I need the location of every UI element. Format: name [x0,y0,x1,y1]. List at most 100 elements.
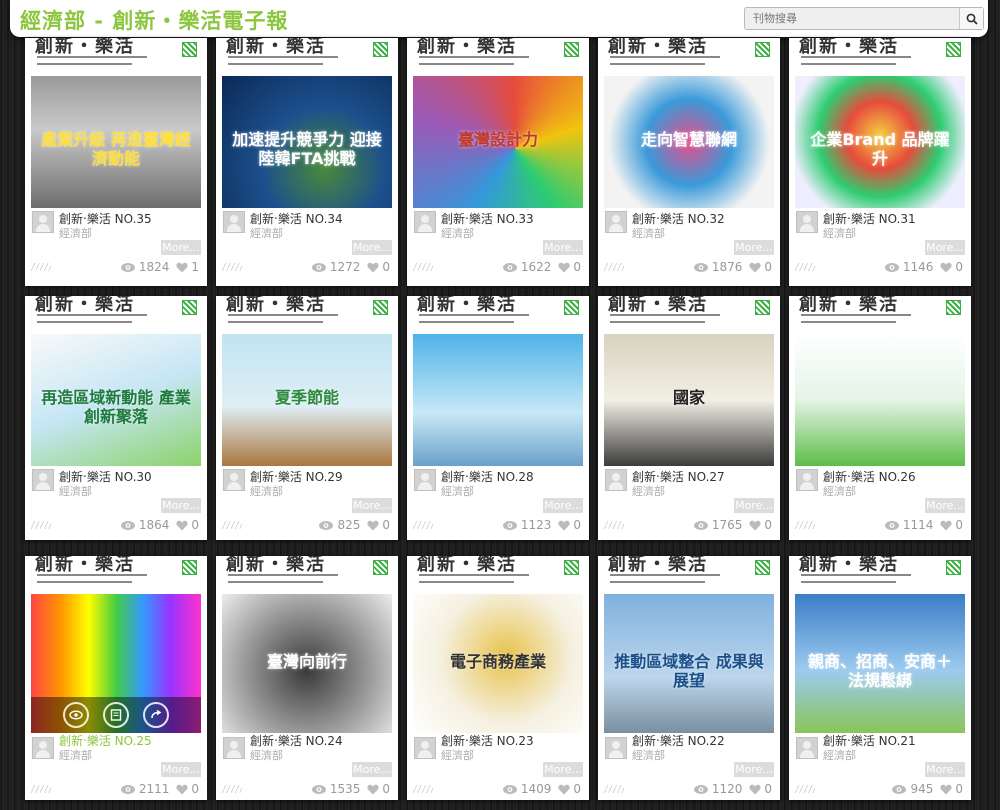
cover-image[interactable]: 創新・樂活 電子商務產業 [413,556,583,733]
more-button[interactable]: More... [161,762,201,777]
more-button[interactable]: More... [543,762,583,777]
cover-image[interactable]: 創新・樂活 臺灣設計力 [413,38,583,208]
publisher-name[interactable]: 經濟部 [441,483,474,499]
cover-image[interactable]: 創新・樂活 臺灣向前行 [222,556,392,733]
publisher-avatar[interactable] [32,737,54,759]
heart-icon[interactable] [749,520,761,531]
cover-image[interactable]: 創新・樂活 夏季節能 [222,296,392,466]
more-button[interactable]: More... [161,240,201,255]
read-button[interactable] [103,702,129,728]
publisher-avatar[interactable] [414,469,436,491]
heart-icon[interactable] [940,520,952,531]
more-button[interactable]: More... [352,240,392,255]
publication-card[interactable]: 創新・樂活 國家 創新‧樂活 NO.27 經濟部 More... 1765 0 [598,296,780,540]
publisher-name[interactable]: 經濟部 [632,483,665,499]
publisher-avatar[interactable] [796,469,818,491]
more-button[interactable]: More... [925,762,965,777]
publisher-avatar[interactable] [796,737,818,759]
cover-image[interactable]: 創新・樂活 國家 [604,296,774,466]
card-stats: 1146 0 [884,260,963,274]
publisher-avatar[interactable] [414,737,436,759]
publication-card[interactable]: 創新・樂活 電子商務產業 創新‧樂活 NO.23 經濟部 More... 140… [407,556,589,800]
more-button[interactable]: More... [543,240,583,255]
more-button[interactable]: More... [161,498,201,513]
publisher-name[interactable]: 經濟部 [632,225,665,241]
publisher-name[interactable]: 經濟部 [250,225,283,241]
cover-image[interactable]: 創新・樂活 產業升級 再造臺灣經濟動能 [31,38,201,208]
heart-icon[interactable] [749,784,761,795]
publisher-name[interactable]: 經濟部 [59,747,92,763]
more-button[interactable]: More... [734,240,774,255]
publisher-name[interactable]: 經濟部 [823,747,856,763]
publisher-avatar[interactable] [796,211,818,233]
publisher-avatar[interactable] [32,211,54,233]
heart-icon[interactable] [367,262,379,273]
more-button[interactable]: More... [352,498,392,513]
more-button[interactable]: More... [925,498,965,513]
card-footer: 創新‧樂活 NO.26 經濟部 More... 1114 0 [789,466,971,540]
more-button[interactable]: More... [734,498,774,513]
publisher-name[interactable]: 經濟部 [823,483,856,499]
more-button[interactable]: More... [352,762,392,777]
publisher-name[interactable]: 經濟部 [632,747,665,763]
heart-icon[interactable] [558,520,570,531]
publication-card[interactable]: 創新・樂活 夏季節能 創新‧樂活 NO.29 經濟部 More... 825 0 [216,296,398,540]
publication-card[interactable]: 創新・樂活 創新‧樂活 NO.28 經濟部 More... 1123 0 [407,296,589,540]
publication-card[interactable]: 創新・樂活 創新‧樂活 NO.25 經濟部 More... 2111 0 [25,556,207,800]
publisher-avatar[interactable] [223,737,245,759]
publication-card[interactable]: 創新・樂活 臺灣設計力 創新‧樂活 NO.33 經濟部 More... 1622… [407,38,589,286]
heart-icon[interactable] [176,784,188,795]
publication-card[interactable]: 創新・樂活 推動區域整合 成果與展望 創新‧樂活 NO.22 經濟部 More.… [598,556,780,800]
cover-image[interactable]: 創新・樂活 加速提升競爭力 迎接陸韓FTA挑戰 [222,38,392,208]
publisher-name[interactable]: 經濟部 [59,225,92,241]
publication-card[interactable]: 創新・樂活 親商、招商、安商＋法規鬆綁 創新‧樂活 NO.21 經濟部 More… [789,556,971,800]
publisher-name[interactable]: 經濟部 [441,747,474,763]
publisher-name[interactable]: 經濟部 [250,483,283,499]
publication-card[interactable]: 創新・樂活 產業升級 再造臺灣經濟動能 創新‧樂活 NO.35 經濟部 More… [25,38,207,286]
cover-line [419,581,514,583]
more-button[interactable]: More... [925,240,965,255]
publisher-avatar[interactable] [414,211,436,233]
publisher-avatar[interactable] [605,469,627,491]
publication-card[interactable]: 創新・樂活 再造區域新動能 產業創新聚落 創新‧樂活 NO.30 經濟部 Mor… [25,296,207,540]
publication-card[interactable]: 創新・樂活 加速提升競爭力 迎接陸韓FTA挑戰 創新‧樂活 NO.34 經濟部 … [216,38,398,286]
publication-card[interactable]: 創新・樂活 創新‧樂活 NO.26 經濟部 More... 1114 0 [789,296,971,540]
publication-card[interactable]: 創新・樂活 走向智慧聯網 創新‧樂活 NO.32 經濟部 More... 187… [598,38,780,286]
heart-icon[interactable] [940,262,952,273]
more-button[interactable]: More... [734,762,774,777]
heart-icon[interactable] [176,262,188,273]
heart-icon[interactable] [749,262,761,273]
cover-image[interactable]: 創新・樂活 親商、招商、安商＋法規鬆綁 [795,556,965,733]
heart-icon[interactable] [558,784,570,795]
cover-image[interactable]: 創新・樂活 走向智慧聯網 [604,38,774,208]
cover-image[interactable]: 創新・樂活 企業Brand 品牌躍升 [795,38,965,208]
publisher-name[interactable]: 經濟部 [441,225,474,241]
publisher-avatar[interactable] [32,469,54,491]
search-input[interactable] [745,8,959,29]
heart-icon[interactable] [940,784,952,795]
publisher-name[interactable]: 經濟部 [59,483,92,499]
heart-icon[interactable] [176,520,188,531]
publisher-name[interactable]: 經濟部 [823,225,856,241]
view-button[interactable] [63,702,89,728]
publication-card[interactable]: 創新・樂活 企業Brand 品牌躍升 創新‧樂活 NO.31 經濟部 More.… [789,38,971,286]
cover-image[interactable]: 創新・樂活 [413,296,583,466]
cover-image[interactable]: 創新・樂活 推動區域整合 成果與展望 [604,556,774,733]
more-button[interactable]: More... [543,498,583,513]
site-title[interactable]: 經濟部 - 創新・樂活電子報 [20,5,288,35]
cover-image[interactable]: 創新・樂活 再造區域新動能 產業創新聚落 [31,296,201,466]
publisher-avatar[interactable] [223,469,245,491]
heart-icon[interactable] [367,520,379,531]
heart-icon[interactable] [558,262,570,273]
publisher-avatar[interactable] [605,211,627,233]
search-button[interactable] [959,8,983,29]
publication-card[interactable]: 創新・樂活 臺灣向前行 創新‧樂活 NO.24 經濟部 More... 1535… [216,556,398,800]
publisher-avatar[interactable] [223,211,245,233]
cover-image[interactable]: 創新・樂活 [31,556,201,733]
heart-icon[interactable] [367,784,379,795]
publisher-name[interactable]: 經濟部 [250,747,283,763]
cover-image[interactable]: 創新・樂活 [795,296,965,466]
card-footer: 創新‧樂活 NO.28 經濟部 More... 1123 0 [407,466,589,540]
publisher-avatar[interactable] [605,737,627,759]
share-button[interactable] [143,702,169,728]
